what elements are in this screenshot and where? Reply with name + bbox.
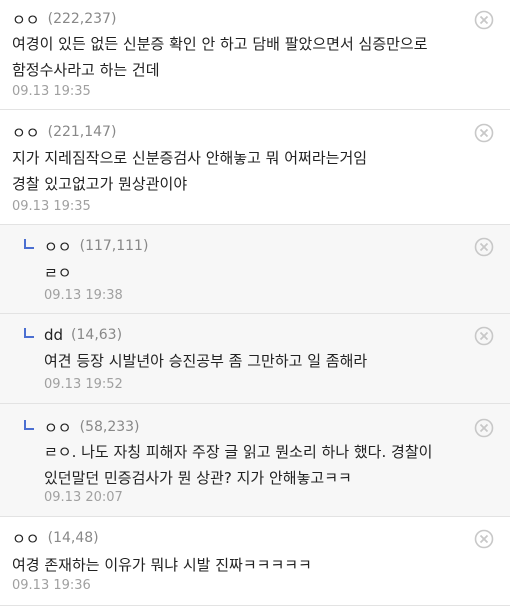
close-circle-icon[interactable] bbox=[474, 10, 494, 30]
comment-body-line: 지가 지레짐작으로 신분증검사 안해놓고 뭐 어쩌라는거임 bbox=[12, 149, 368, 167]
comment-author[interactable]: ㅇㅇ bbox=[12, 122, 40, 143]
comment-score: (117,111) bbox=[79, 238, 149, 254]
close-circle-icon[interactable] bbox=[474, 237, 494, 257]
close-circle-icon[interactable] bbox=[474, 123, 494, 143]
comment-body-line: ㄹㅇ. 나도 자칭 피해자 주장 글 읽고 뭔소리 하나 했다. 경찰이 bbox=[44, 443, 433, 461]
comment-body-line: 여견 등장 시발년아 승진공부 좀 그만하고 일 좀해라 bbox=[44, 352, 368, 370]
comment-author[interactable]: ㅇㅇ bbox=[44, 417, 72, 438]
comment-header: ㅇㅇ (14,48) bbox=[12, 527, 99, 549]
comment-timestamp: 09.13 19:35 bbox=[12, 199, 91, 214]
comment-timestamp: 09.13 20:07 bbox=[44, 490, 123, 505]
comment-body-line: 함정수사라고 하는 건데 bbox=[12, 61, 160, 79]
comment-score: (58,233) bbox=[79, 419, 140, 435]
reply-arrow-icon bbox=[24, 239, 34, 249]
comment-header: ㅇㅇ (221,147) bbox=[12, 121, 116, 143]
comment-author[interactable]: ㅇㅇ bbox=[12, 9, 40, 30]
close-circle-icon[interactable] bbox=[474, 529, 494, 549]
comment-header: ㅇㅇ (117,111) bbox=[24, 235, 148, 257]
comment-list: ㅇㅇ (222,237) 여경이 있든 없든 신분증 확인 안 하고 담배 팔았으면… bbox=[0, 0, 510, 606]
comment-score: (222,237) bbox=[47, 11, 117, 27]
comment-timestamp: 09.13 19:36 bbox=[12, 578, 91, 593]
comment-timestamp: 09.13 19:35 bbox=[12, 84, 91, 99]
comment-timestamp: 09.13 19:38 bbox=[44, 288, 123, 303]
comment-body-line: ㄹㅇ bbox=[44, 264, 72, 282]
comment-body-line: 있던말던 민증검사가 뭔 상관? 지가 안해놓고ㅋㅋ bbox=[44, 469, 352, 487]
comment-body-line: 여경 존재하는 이유가 뭐냐 시발 진짜ㅋㅋㅋㅋㅋ bbox=[12, 556, 312, 574]
comment-header: ㅇㅇ (222,237) bbox=[12, 8, 116, 30]
close-circle-icon[interactable] bbox=[474, 326, 494, 346]
reply-arrow-icon bbox=[24, 420, 34, 430]
comment-author[interactable]: ㅇㅇ bbox=[12, 528, 40, 549]
reply-arrow-icon bbox=[24, 328, 34, 338]
reply-comment: dd (14,63) 여견 등장 시발년아 승진공부 좀 그만하고 일 좀해라 09.… bbox=[0, 314, 510, 404]
comment-author[interactable]: ㅇㅇ bbox=[44, 236, 72, 257]
comment-score: (221,147) bbox=[47, 124, 117, 140]
comment-author[interactable]: dd bbox=[44, 326, 63, 344]
comment-header: dd (14,63) bbox=[24, 324, 122, 346]
close-circle-icon[interactable] bbox=[474, 418, 494, 438]
comment-score: (14,63) bbox=[71, 327, 123, 343]
comment-score: (14,48) bbox=[47, 530, 99, 546]
comment-body-line: 여경이 있든 없든 신분증 확인 안 하고 담배 팔았으면서 심증만으로 bbox=[12, 35, 428, 53]
comment: ㅇㅇ (14,48) 여경 존재하는 이유가 뭐냐 시발 진짜ㅋㅋㅋㅋㅋ 09.13 … bbox=[0, 517, 510, 606]
comment-timestamp: 09.13 19:52 bbox=[44, 377, 123, 392]
comment: ㅇㅇ (221,147) 지가 지레짐작으로 신분증검사 안해놓고 뭐 어쩌라는거임… bbox=[0, 110, 510, 225]
comment: ㅇㅇ (222,237) 여경이 있든 없든 신분증 확인 안 하고 담배 팔았으면… bbox=[0, 0, 510, 110]
reply-comment: ㅇㅇ (58,233) ㄹㅇ. 나도 자칭 피해자 주장 글 읽고 뭔소리 하나 했… bbox=[0, 404, 510, 517]
comment-body-line: 경찰 있고없고가 뭔상관이야 bbox=[12, 175, 188, 193]
reply-comment: ㅇㅇ (117,111) ㄹㅇ 09.13 19:38 bbox=[0, 225, 510, 314]
comment-header: ㅇㅇ (58,233) bbox=[24, 416, 140, 438]
